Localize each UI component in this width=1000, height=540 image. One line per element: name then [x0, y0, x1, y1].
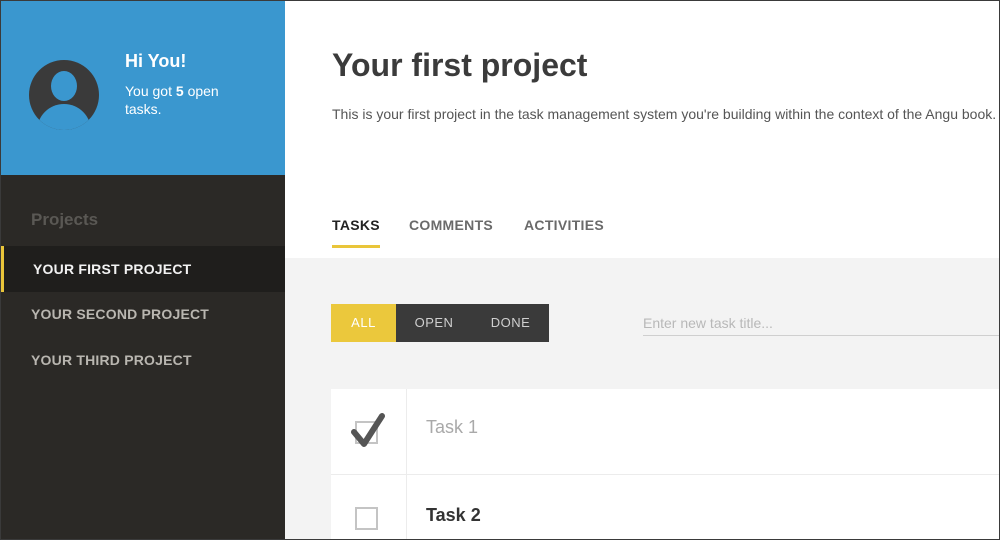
task-checkbox[interactable]: [355, 507, 378, 530]
task-title[interactable]: Task 2: [426, 505, 481, 526]
page-title: Your first project: [332, 47, 588, 83]
tab-tasks[interactable]: TASKS: [332, 217, 380, 249]
open-tasks-prefix: You got: [125, 83, 172, 99]
task-row: Task 2: [331, 475, 999, 539]
task-title[interactable]: Task 1: [426, 417, 478, 438]
sidebar-item-first-project[interactable]: YOUR FIRST PROJECT: [1, 246, 285, 292]
user-area: Hi You! You got 5 open tasks.: [1, 1, 285, 175]
task-list: Task 1 Task 2: [331, 389, 999, 539]
filter-done-button[interactable]: DONE: [472, 304, 549, 342]
sidebar-item-second-project[interactable]: YOUR SECOND PROJECT: [1, 291, 285, 337]
user-greeting: Hi You!: [125, 51, 187, 71]
project-header: Your first project This is your first pr…: [285, 1, 999, 258]
filter-open-button[interactable]: OPEN: [396, 304, 472, 342]
sidebar-item-third-project[interactable]: YOUR THIRD PROJECT: [1, 337, 285, 383]
sidebar: Hi You! You got 5 open tasks. Projects Y…: [1, 1, 285, 539]
task-check-cell: [331, 475, 407, 539]
project-description: This is your first project in the task m…: [332, 106, 997, 122]
tab-comments[interactable]: COMMENTS: [409, 217, 493, 249]
open-tasks-summary: You got 5 open tasks.: [125, 82, 255, 118]
app-frame: Hi You! You got 5 open tasks. Projects Y…: [0, 0, 1000, 540]
projects-heading: Projects: [31, 210, 99, 229]
task-check-cell: [331, 389, 407, 475]
task-panel: ALL OPEN DONE Task 1 Task 2: [285, 258, 999, 539]
tab-activities[interactable]: ACTIVITIES: [524, 217, 604, 249]
task-row: Task 1: [331, 389, 999, 475]
checkmark-icon: [351, 413, 385, 447]
new-task-input[interactable]: [643, 310, 999, 336]
filter-all-button[interactable]: ALL: [331, 304, 396, 342]
avatar-icon: [29, 60, 99, 130]
open-tasks-count: 5: [175, 83, 184, 99]
